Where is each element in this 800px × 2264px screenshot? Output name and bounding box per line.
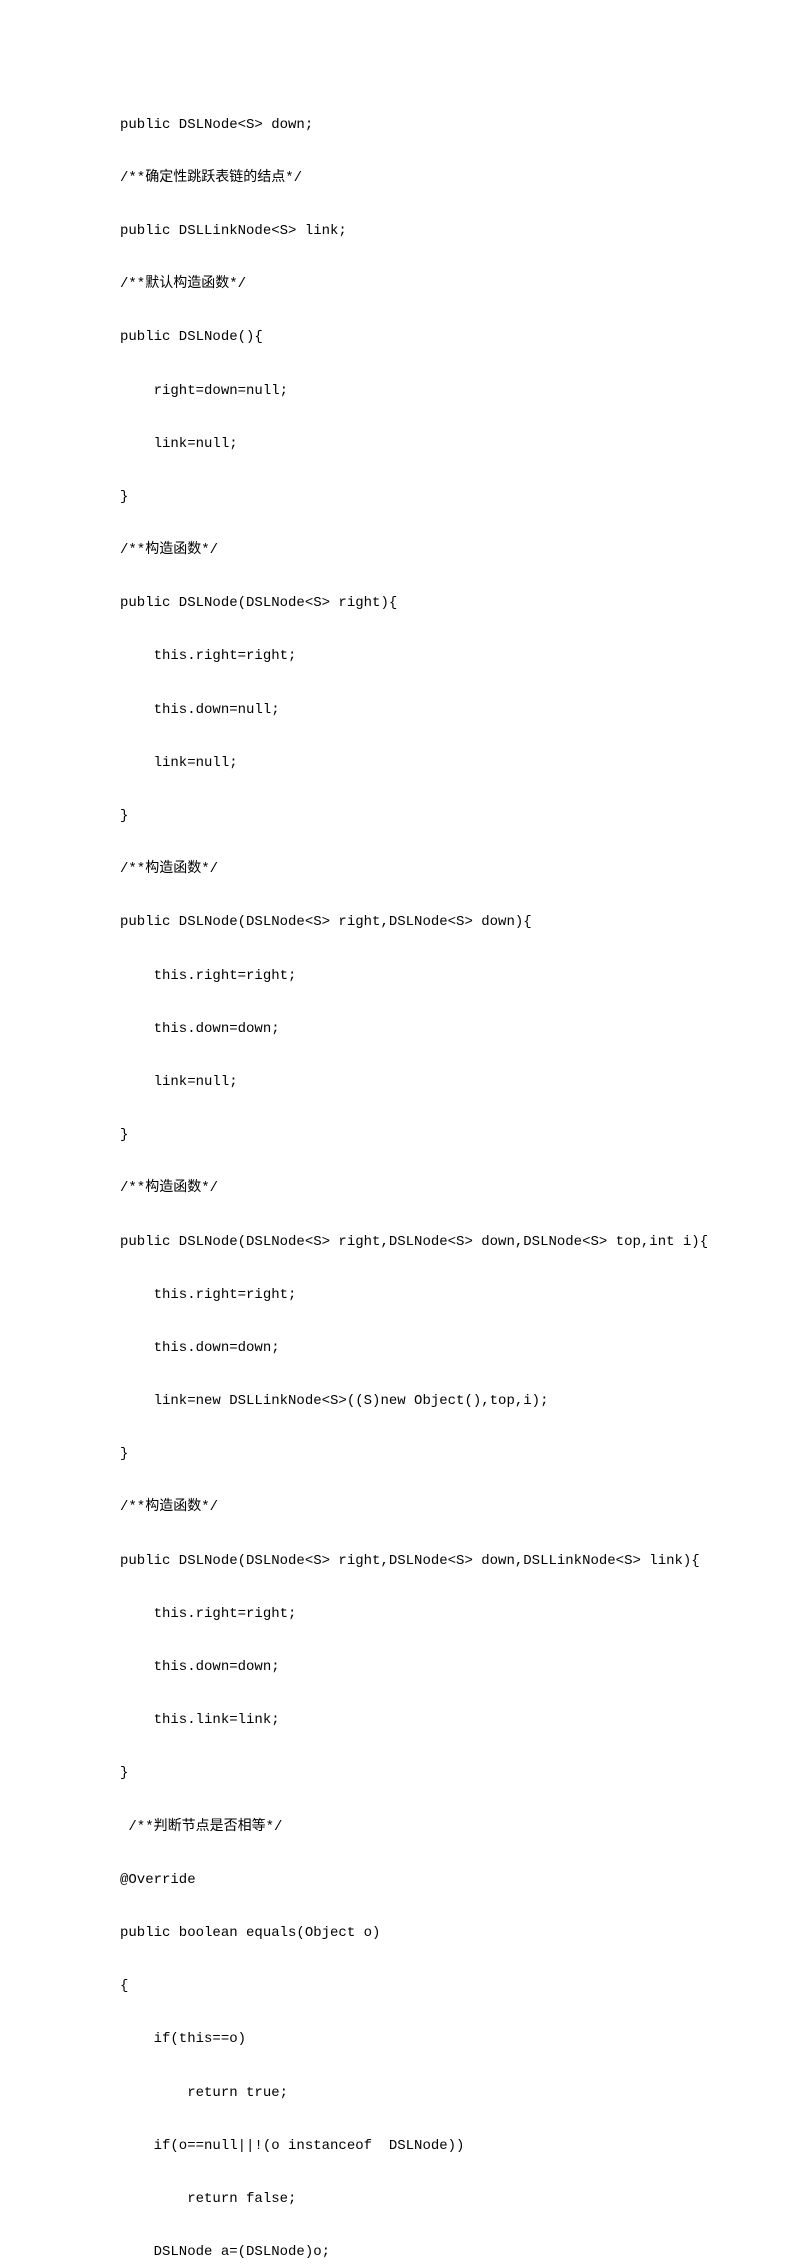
code-line: this.right=right; bbox=[120, 963, 680, 990]
code-line: { bbox=[120, 1973, 680, 2000]
code-line: /**构造函数*/ bbox=[120, 856, 680, 883]
code-line: public DSLNode<S> down; bbox=[120, 112, 680, 139]
code-document: public DSLNode<S> down; /**确定性跳跃表链的结点*/ … bbox=[0, 0, 800, 1132]
code-line: if(o==null||!(o instanceof DSLNode)) bbox=[120, 2133, 680, 2160]
code-line: /**默认构造函数*/ bbox=[120, 271, 680, 298]
code-line: } bbox=[120, 1122, 680, 1149]
code-line: this.link=link; bbox=[120, 1707, 680, 1734]
code-line: } bbox=[120, 1441, 680, 1468]
code-line: this.down=down; bbox=[120, 1016, 680, 1043]
code-line: link=null; bbox=[120, 1069, 680, 1096]
code-line: this.down=null; bbox=[120, 697, 680, 724]
code-line: this.right=right; bbox=[120, 1282, 680, 1309]
code-line: return false; bbox=[120, 2186, 680, 2213]
code-line: link=new DSLLinkNode<S>((S)new Object(),… bbox=[120, 1388, 680, 1415]
code-line: public DSLNode(DSLNode<S> right){ bbox=[120, 590, 680, 617]
code-line: this.right=right; bbox=[120, 1601, 680, 1628]
code-line: @Override bbox=[120, 1867, 680, 1894]
code-line: public DSLNode(DSLNode<S> right,DSLNode<… bbox=[120, 1548, 680, 1575]
code-line: link=null; bbox=[120, 750, 680, 777]
code-line: /**构造函数*/ bbox=[120, 1494, 680, 1521]
code-line: right=down=null; bbox=[120, 378, 680, 405]
code-line: return true; bbox=[120, 2080, 680, 2107]
code-line: this.down=down; bbox=[120, 1654, 680, 1681]
code-line: public DSLNode(){ bbox=[120, 324, 680, 351]
code-line: if(this==o) bbox=[120, 2026, 680, 2053]
code-line: /**判断节点是否相等*/ bbox=[120, 1814, 680, 1841]
code-line: this.down=down; bbox=[120, 1335, 680, 1362]
code-line: DSLNode a=(DSLNode)o; bbox=[120, 2239, 680, 2264]
code-line: /**确定性跳跃表链的结点*/ bbox=[120, 165, 680, 192]
code-line: public DSLNode(DSLNode<S> right,DSLNode<… bbox=[120, 1229, 680, 1256]
code-line: public DSLNode(DSLNode<S> right,DSLNode<… bbox=[120, 909, 680, 936]
code-line: } bbox=[120, 484, 680, 511]
code-line: link=null; bbox=[120, 431, 680, 458]
code-line: /**构造函数*/ bbox=[120, 537, 680, 564]
code-line: } bbox=[120, 1760, 680, 1787]
code-line: public DSLLinkNode<S> link; bbox=[120, 218, 680, 245]
code-line: /**构造函数*/ bbox=[120, 1175, 680, 1202]
code-line: this.right=right; bbox=[120, 643, 680, 670]
code-line: } bbox=[120, 803, 680, 830]
code-line: public boolean equals(Object o) bbox=[120, 1920, 680, 1947]
